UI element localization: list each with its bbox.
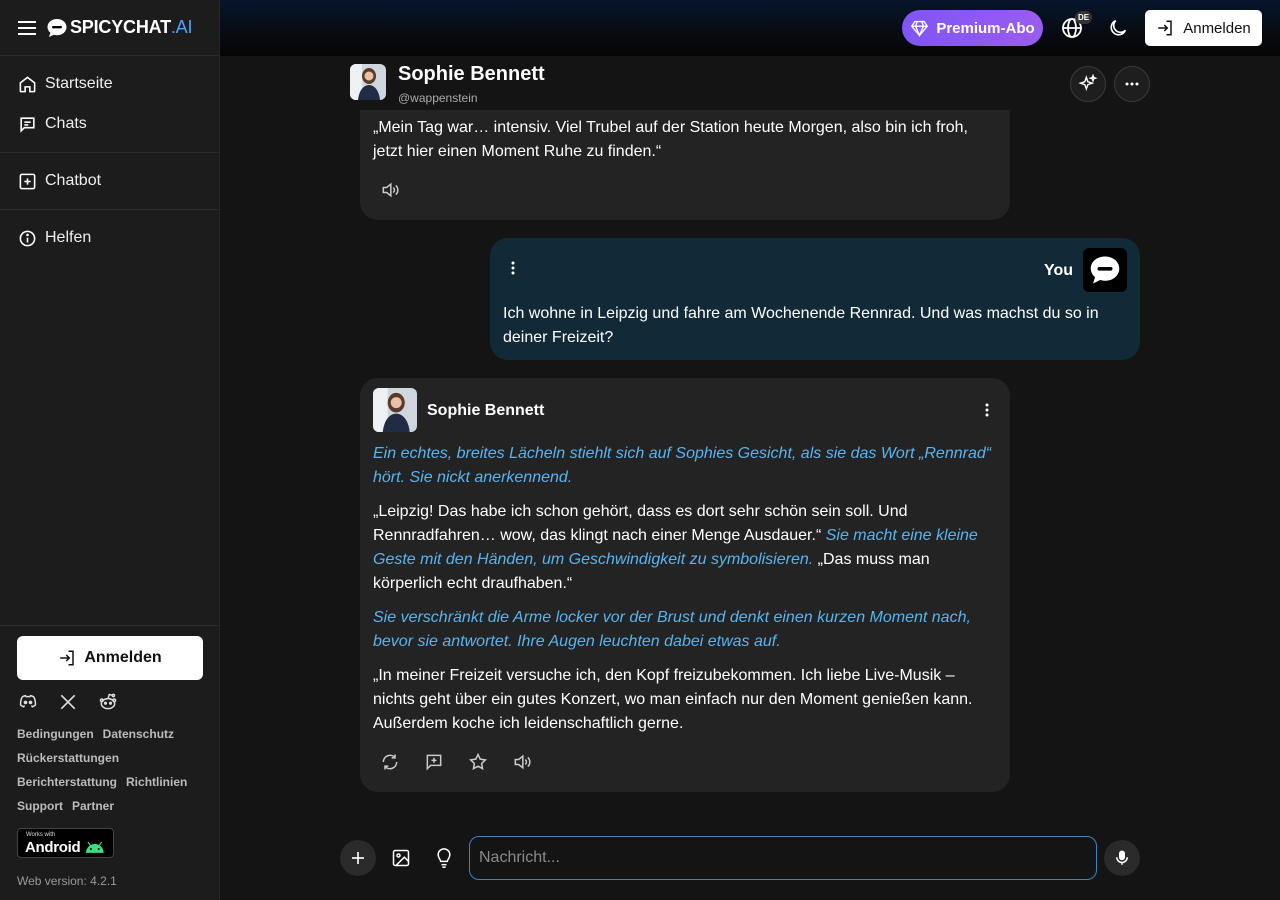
info-icon bbox=[19, 230, 36, 246]
language-badge: DE bbox=[1075, 11, 1093, 24]
message-paragraph: „Leipzig! Das habe ich schon gehört, das… bbox=[373, 500, 997, 596]
character-handle[interactable]: @wappenstein bbox=[398, 91, 478, 105]
user-avatar-bubble-icon bbox=[1090, 256, 1120, 284]
more-vertical-icon[interactable] bbox=[505, 260, 521, 276]
user-name: You bbox=[1043, 262, 1073, 279]
login-label: Anmelden bbox=[84, 649, 162, 666]
more-options-button[interactable] bbox=[1114, 66, 1150, 102]
link-berichterstattung[interactable]: Berichterstattung bbox=[17, 775, 117, 789]
character-avatar[interactable] bbox=[350, 64, 386, 100]
android-badge-small: Works with bbox=[26, 832, 56, 838]
speech-text: „In meiner Freizeit versuche ich, den Ko… bbox=[373, 667, 973, 732]
user-message: You Ich wohne in Leipzig und fahre am Wo… bbox=[490, 238, 1140, 360]
link-partner[interactable]: Partner bbox=[72, 799, 114, 813]
sidebar-item-label: Chats bbox=[45, 115, 87, 132]
sidebar-item-startseite[interactable]: Startseite bbox=[0, 64, 219, 104]
speaker-icon[interactable] bbox=[380, 180, 400, 200]
login-icon bbox=[60, 650, 75, 666]
microphone-icon bbox=[1116, 850, 1128, 865]
android-badge[interactable]: Works with Android bbox=[17, 828, 114, 858]
message-input[interactable] bbox=[469, 836, 1097, 880]
sparkle-icon bbox=[1078, 74, 1098, 92]
message-actions bbox=[380, 752, 532, 772]
message-text: Ich wohne in Leipzig und fahre am Wochen… bbox=[503, 305, 1099, 346]
sidebar: SPICYCHAT .AI Startseite Chats Chatbot He… bbox=[0, 0, 220, 900]
logo-bubble-icon bbox=[47, 18, 67, 37]
sidebar-login-button[interactable]: Anmelden bbox=[17, 636, 203, 680]
microphone-button[interactable] bbox=[1104, 840, 1140, 876]
brand-bar: SPICYCHAT .AI bbox=[0, 0, 219, 56]
sparkle-button[interactable] bbox=[1070, 66, 1106, 102]
sidebar-item-label: Helfen bbox=[45, 229, 92, 246]
chat-header: Sophie Bennett @wappenstein bbox=[350, 62, 1150, 110]
action-text: Ein echtes, breites Lächeln stiehlt sich… bbox=[373, 445, 992, 486]
logo-text: SPICYCHAT bbox=[70, 17, 171, 37]
link-datenschutz[interactable]: Datenschutz bbox=[103, 727, 174, 741]
login-icon bbox=[1158, 20, 1172, 36]
diamond-icon bbox=[911, 20, 929, 37]
more-horizontal-icon bbox=[1125, 82, 1139, 86]
bot-name: Sophie Bennett bbox=[427, 402, 545, 419]
hamburger-menu-icon[interactable] bbox=[18, 20, 36, 35]
logo-suffix: .AI bbox=[170, 17, 193, 37]
top-login-button[interactable]: Anmelden bbox=[1145, 10, 1262, 46]
bot-avatar[interactable] bbox=[373, 388, 417, 432]
logo[interactable]: SPICYCHAT .AI bbox=[46, 17, 193, 38]
premium-button[interactable]: Premium-Abo bbox=[902, 10, 1043, 46]
add-box-icon bbox=[19, 173, 36, 189]
top-login-label: Anmelden bbox=[1183, 19, 1251, 37]
sidebar-item-label: Startseite bbox=[45, 75, 113, 92]
nav-group-main: Startseite Chats bbox=[0, 56, 219, 153]
character-name: Sophie Bennett bbox=[398, 63, 545, 85]
topbar: Premium-Abo DE Anmelden bbox=[220, 0, 1280, 56]
nav-group-create: Chatbot bbox=[0, 153, 219, 210]
home-icon bbox=[19, 75, 36, 92]
link-richtlinien[interactable]: Richtlinien bbox=[126, 775, 187, 789]
x-icon[interactable] bbox=[58, 692, 78, 712]
user-avatar bbox=[1083, 248, 1127, 292]
link-rueckerstattungen[interactable]: Rückerstattungen bbox=[17, 751, 119, 765]
sidebar-item-chats[interactable]: Chats bbox=[0, 104, 219, 144]
social-links bbox=[17, 692, 203, 712]
more-vertical-icon[interactable] bbox=[979, 402, 995, 418]
web-version: Web version: 4.2.1 bbox=[17, 874, 117, 888]
footer-links: Bedingungen Datenschutz Rückerstattungen … bbox=[17, 722, 203, 818]
plus-icon bbox=[352, 852, 364, 864]
regenerate-icon[interactable] bbox=[380, 752, 400, 772]
sidebar-item-chatbot[interactable]: Chatbot bbox=[0, 161, 219, 201]
reddit-icon[interactable] bbox=[98, 692, 118, 712]
chat-icon bbox=[20, 116, 35, 133]
add-attachment-button[interactable] bbox=[340, 840, 376, 876]
lightbulb-icon[interactable] bbox=[434, 847, 454, 869]
action-text: Sie verschränkt die Arme locker vor der … bbox=[373, 609, 971, 650]
sidebar-item-helfen[interactable]: Helfen bbox=[0, 218, 219, 258]
nav-group-help: Helfen bbox=[0, 210, 219, 266]
bot-message: Sophie Bennett Ein echtes, breites Läche… bbox=[360, 378, 1010, 792]
message-body: Ein echtes, breites Lächeln stiehlt sich… bbox=[373, 442, 997, 746]
image-icon[interactable] bbox=[391, 848, 411, 868]
add-comment-icon[interactable] bbox=[424, 752, 444, 772]
moon-icon[interactable] bbox=[1107, 17, 1129, 39]
bot-message: „Mein Tag war… intensiv. Viel Trubel auf… bbox=[360, 110, 1010, 220]
message-text: „Mein Tag war… intensiv. Viel Trubel auf… bbox=[373, 119, 968, 160]
discord-icon[interactable] bbox=[18, 692, 38, 712]
link-support[interactable]: Support bbox=[17, 799, 63, 813]
sidebar-item-label: Chatbot bbox=[45, 172, 102, 189]
premium-label: Premium-Abo bbox=[936, 19, 1035, 37]
link-bedingungen[interactable]: Bedingungen bbox=[17, 727, 94, 741]
android-badge-text: Android bbox=[25, 838, 81, 856]
android-robot-icon bbox=[86, 841, 105, 853]
sidebar-footer: Anmelden Bedingungen Datenschutz Rückerst… bbox=[0, 625, 220, 900]
speaker-icon[interactable] bbox=[512, 752, 532, 772]
star-icon[interactable] bbox=[468, 752, 488, 772]
